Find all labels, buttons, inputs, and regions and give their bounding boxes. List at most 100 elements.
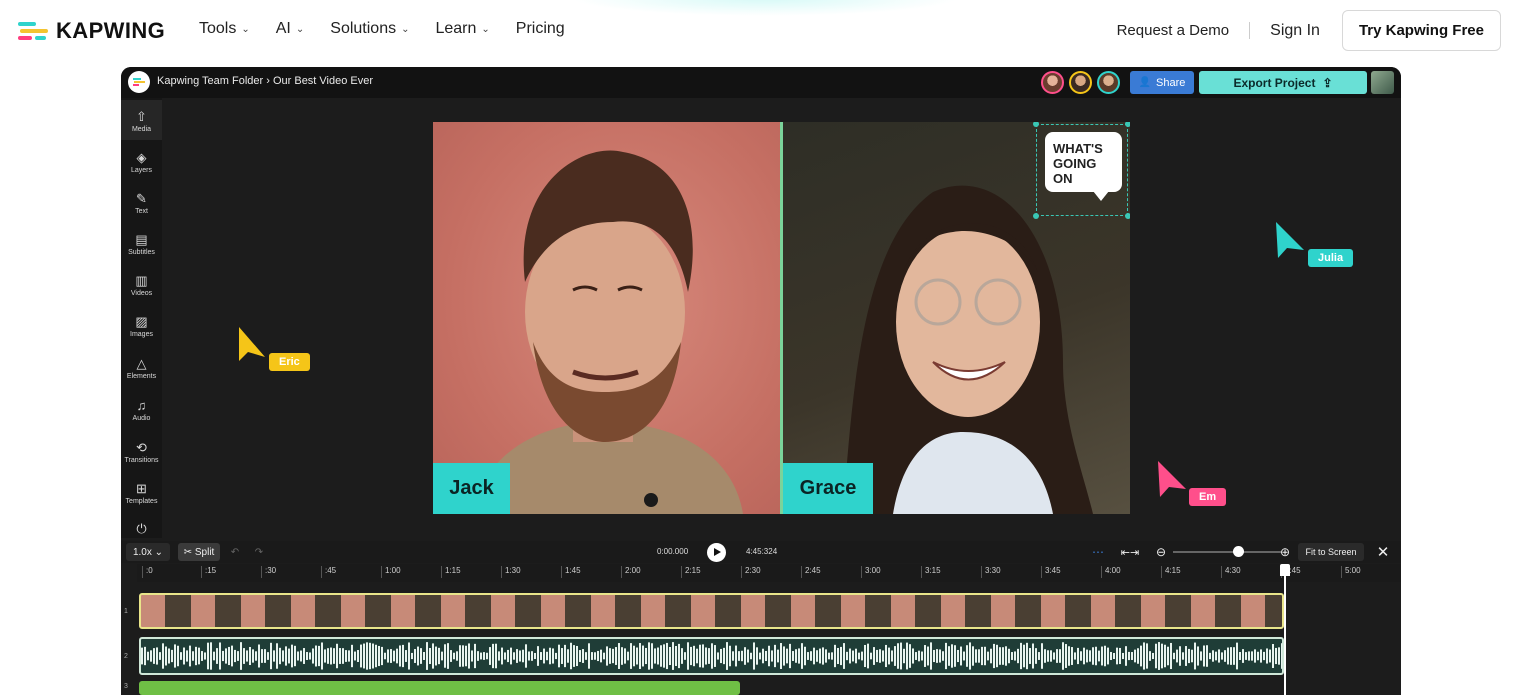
track-number: 1 [124,608,128,615]
kapwing-logo[interactable]: KAPWING [18,17,165,45]
sticker-line: ON [1053,171,1073,186]
upload-icon: ⇪ [1322,75,1333,90]
sign-in-link[interactable]: Sign In [1270,22,1320,40]
playhead[interactable] [1284,565,1286,695]
cursor-arrow-icon [239,327,265,361]
export-project-button[interactable]: Export Project ⇪ [1199,71,1367,94]
workspace-logo[interactable] [128,71,150,93]
sidebar-item-label: Templates [125,498,158,505]
ruler-tick: 3:30 [981,566,1001,578]
sidebar-item-label: Subtitles [128,249,155,256]
avatar[interactable] [1041,71,1064,94]
nav-solutions[interactable]: Solutions ⌄ [330,20,409,38]
nav-tools[interactable]: Tools ⌄ [199,20,250,38]
name-tag-grace[interactable]: Grace [783,463,873,514]
speech-bubble-sticker[interactable]: WHAT'S GOING ON [1045,132,1122,201]
sidebar-item-templates[interactable]: ⊞ Templates [121,482,162,506]
play-button[interactable] [707,543,726,562]
breadcrumb[interactable]: Kapwing Team Folder › Our Best Video Eve… [157,75,373,87]
sidebar-item-label: Audio [132,415,151,422]
snap-icon[interactable]: ⋯ [1087,543,1109,561]
sidebar-item-images[interactable]: ▨ Images [121,315,162,339]
export-label: Export Project [1233,75,1316,90]
timeline-ruler[interactable]: :0 :15 :30 :45 1:00 1:15 1:30 1:45 2:00 … [137,564,1401,582]
zoom-slider-handle[interactable] [1233,546,1244,557]
ruler-tick: :30 [261,566,276,578]
ruler-tick: 3:45 [1041,566,1061,578]
sidebar-item-elements[interactable]: △ Elements [121,356,162,381]
film-icon: ▥ [135,273,148,288]
subtitles-icon: ▤ [135,232,148,247]
name-tag-jack[interactable]: Jack [433,463,510,514]
track-number: 2 [124,653,128,660]
zoom-out-icon[interactable]: ⊖ [1152,543,1170,561]
text-track-clip[interactable] [139,681,740,695]
ruler-tick: 2:00 [621,566,641,578]
ruler-tick: :15 [201,566,216,578]
zoom-in-icon[interactable]: ⊕ [1276,543,1294,561]
share-button[interactable]: 👤 Share [1130,71,1194,94]
avatar[interactable] [1097,71,1120,94]
try-free-button[interactable]: Try Kapwing Free [1341,10,1501,51]
layers-icon: ◈ [136,150,147,165]
sidebar-item-layers[interactable]: ◈ Layers [121,150,162,175]
sticker-line: GOING [1053,156,1097,171]
speed-select[interactable]: 1.0x ⌄ [126,543,170,561]
sticker-selection[interactable]: WHAT'S GOING ON [1033,122,1130,219]
chevron-down-icon: ⌄ [401,23,410,35]
sidebar-item-label: Media [131,126,152,133]
resize-handle[interactable] [1125,122,1130,127]
chevron-down-icon: ⌄ [295,23,305,35]
sidebar-item-transitions[interactable]: ⟲ Transitions [121,440,162,465]
transition-icon: ⟲ [136,440,147,455]
sidebar-item-subtitles[interactable]: ▤ Subtitles [121,232,162,257]
sidebar-item-videos[interactable]: ▥ Videos [121,273,162,298]
header-glow [570,0,960,16]
nav-ai[interactable]: AI ⌄ [276,20,305,38]
split-button[interactable]: ✂ Split [178,543,220,561]
sidebar-item-plugins[interactable]: ⏻ [121,522,162,536]
sidebar-item-label: Videos [130,290,153,297]
close-icon[interactable]: ✕ [1374,543,1392,561]
audio-track-clip[interactable] [139,637,1284,675]
sidebar-item-audio[interactable]: ♫ Audio [121,398,162,423]
zoom-slider[interactable] [1173,551,1281,553]
resize-handle[interactable] [1033,122,1039,127]
nav-pricing[interactable]: Pricing [516,20,565,38]
cursor-arrow-icon [1276,222,1304,258]
brand-name: KAPWING [56,18,166,43]
split-label: Split [194,546,215,558]
ruler-tick: :0 [142,566,153,578]
music-note-icon: ♫ [136,398,147,413]
sidebar-item-label: Images [130,331,153,338]
editor-preview: Kapwing Team Folder › Our Best Video Eve… [121,67,1401,695]
nav-learn[interactable]: Learn ⌄ [435,20,489,38]
video-track-clip[interactable] [139,593,1284,629]
playhead-handle[interactable] [1280,564,1290,576]
sidebar-item-label: Layers [130,167,152,174]
redo-icon[interactable]: ↷ [251,543,267,561]
video-panel-jack[interactable]: Jack [433,122,780,514]
logo-mark-icon [18,21,48,41]
shapes-icon: △ [136,356,147,371]
fit-to-screen-button[interactable]: Fit to Screen [1298,543,1364,561]
sidebar-item-media[interactable]: ⇧ Media [121,100,162,140]
ruler-tick: 2:30 [741,566,761,578]
share-label: Share [1156,76,1186,89]
collaborator-avatars [1041,71,1120,94]
video-canvas[interactable]: Jack Grace WHAT'S GOING ON [433,122,1130,514]
sidebar-item-label: Text [135,208,148,215]
fit-width-icon[interactable]: ⇤⇥ [1119,543,1141,561]
timeline-toolbar: 1.0x ⌄ ✂ Split ↶ ↷ 0:00.000 4:45:324 ⋯ ⇤… [121,541,1401,563]
sidebar-item-text[interactable]: ✎ Text [121,192,162,216]
undo-icon[interactable]: ↶ [227,543,243,561]
editor-topbar: Kapwing Team Folder › Our Best Video Eve… [121,67,1401,98]
nav-pricing-label: Pricing [515,20,565,37]
resize-handle[interactable] [1125,213,1130,219]
user-avatar[interactable] [1371,71,1394,94]
request-demo-link[interactable]: Request a Demo [1117,22,1251,39]
resize-handle[interactable] [1033,213,1039,219]
avatar[interactable] [1069,71,1092,94]
header-actions: Request a Demo Sign In Try Kapwing Free [1117,10,1501,51]
ruler-tick: :45 [321,566,336,578]
